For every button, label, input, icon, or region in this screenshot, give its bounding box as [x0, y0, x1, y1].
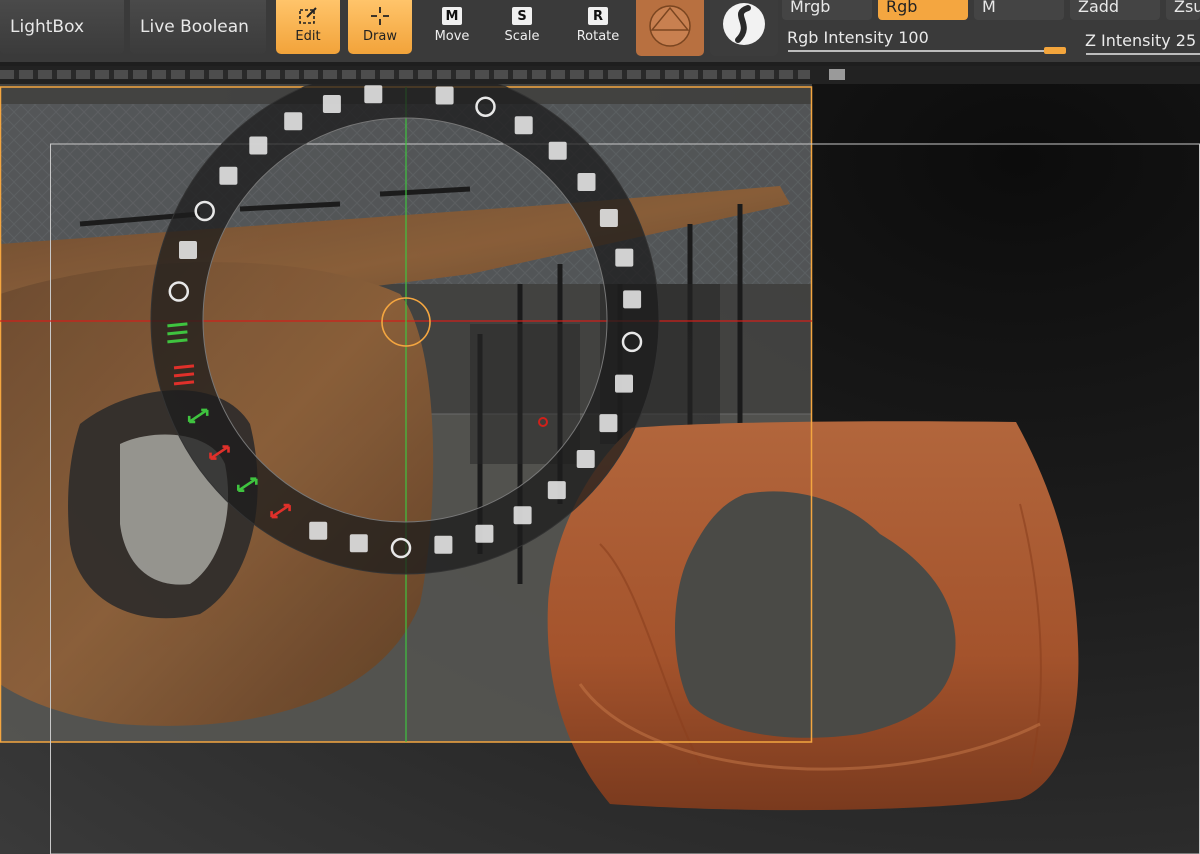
scissors-icon[interactable] — [475, 524, 494, 543]
wood-ring-model[interactable] — [547, 421, 1079, 811]
rotate-label: Rotate — [576, 29, 620, 44]
zadd-button[interactable]: Zadd — [1070, 0, 1160, 20]
rotate-button[interactable]: R Rotate — [566, 0, 630, 54]
material-sphere-icon — [649, 5, 691, 47]
palette-icon[interactable] — [435, 86, 454, 105]
rainbow-brush-icon[interactable] — [322, 95, 341, 113]
rgb-intensity-track[interactable] — [788, 50, 1066, 52]
tiles-alt-icon[interactable] — [599, 414, 618, 433]
z-intensity-track[interactable] — [1086, 53, 1200, 55]
stack-squares-icon[interactable] — [513, 506, 532, 525]
brush-icon[interactable] — [284, 112, 303, 131]
scale-label: Scale — [504, 29, 540, 44]
m-button[interactable]: M — [974, 0, 1064, 20]
edit-icon — [299, 7, 317, 24]
material-button[interactable] — [636, 0, 704, 56]
cube-icon[interactable] — [599, 209, 618, 227]
rgb-intensity-label: Rgb Intensity — [787, 28, 894, 47]
rgb-intensity-value: 100 — [898, 28, 929, 47]
move-key-icon: M — [442, 7, 462, 25]
cone-icon[interactable] — [577, 173, 596, 191]
zsub-button[interactable]: Zsu — [1166, 0, 1200, 20]
rgb-intensity-slider[interactable]: Rgb Intensity 100 — [787, 28, 929, 47]
scale-button[interactable]: S Scale — [490, 0, 554, 54]
scale-key-icon: S — [512, 7, 532, 25]
spotlight-icon — [723, 3, 765, 45]
tray-scroll-thumb[interactable] — [829, 69, 845, 80]
pencil-icon[interactable] — [364, 85, 383, 104]
rotate-key-icon: R — [588, 7, 608, 25]
spotlight-button[interactable] — [710, 0, 778, 56]
move-button[interactable]: M Move — [420, 0, 484, 54]
frame-icon[interactable] — [514, 116, 533, 135]
lightbox-button[interactable]: LightBox — [0, 0, 124, 54]
z-intensity-slider[interactable]: Z Intensity 25 — [1085, 31, 1196, 50]
rgb-intensity-knob[interactable] — [1044, 47, 1066, 54]
rgb-button[interactable]: Rgb — [878, 0, 968, 20]
crop-icon[interactable] — [309, 521, 328, 540]
tiles-corner-icon[interactable] — [615, 374, 633, 393]
brush-small-icon[interactable] — [249, 136, 268, 155]
tray-handle[interactable] — [0, 70, 810, 79]
copy-pages-icon[interactable] — [434, 535, 453, 554]
mrgb-button[interactable]: Mrgb — [782, 0, 872, 20]
draw-label: Draw — [363, 29, 397, 44]
draw-crosshair-icon — [371, 7, 389, 25]
square-layers-alt-icon[interactable] — [615, 248, 634, 267]
stamp-icon[interactable] — [548, 141, 567, 160]
square-layers-icon[interactable] — [623, 290, 642, 309]
edit-label: Edit — [295, 29, 321, 44]
z-intensity-label: Z Intensity — [1085, 31, 1171, 50]
tiles-icon[interactable] — [576, 450, 595, 468]
draw-button[interactable]: Draw — [348, 0, 412, 54]
stack-squares-alt-icon[interactable] — [547, 481, 566, 500]
curve-brush-icon[interactable] — [219, 166, 238, 185]
document-canvas[interactable] — [0, 84, 1200, 854]
camera-icon[interactable] — [349, 534, 368, 553]
z-intensity-value: 25 — [1175, 31, 1197, 50]
move-label: Move — [434, 29, 470, 44]
edit-button[interactable]: Edit — [276, 0, 340, 54]
grid-icon[interactable] — [179, 241, 197, 259]
live-boolean-button[interactable]: Live Boolean — [130, 0, 266, 54]
top-toolbar: LightBox Live Boolean Edit Draw M Move S… — [0, 0, 1200, 62]
